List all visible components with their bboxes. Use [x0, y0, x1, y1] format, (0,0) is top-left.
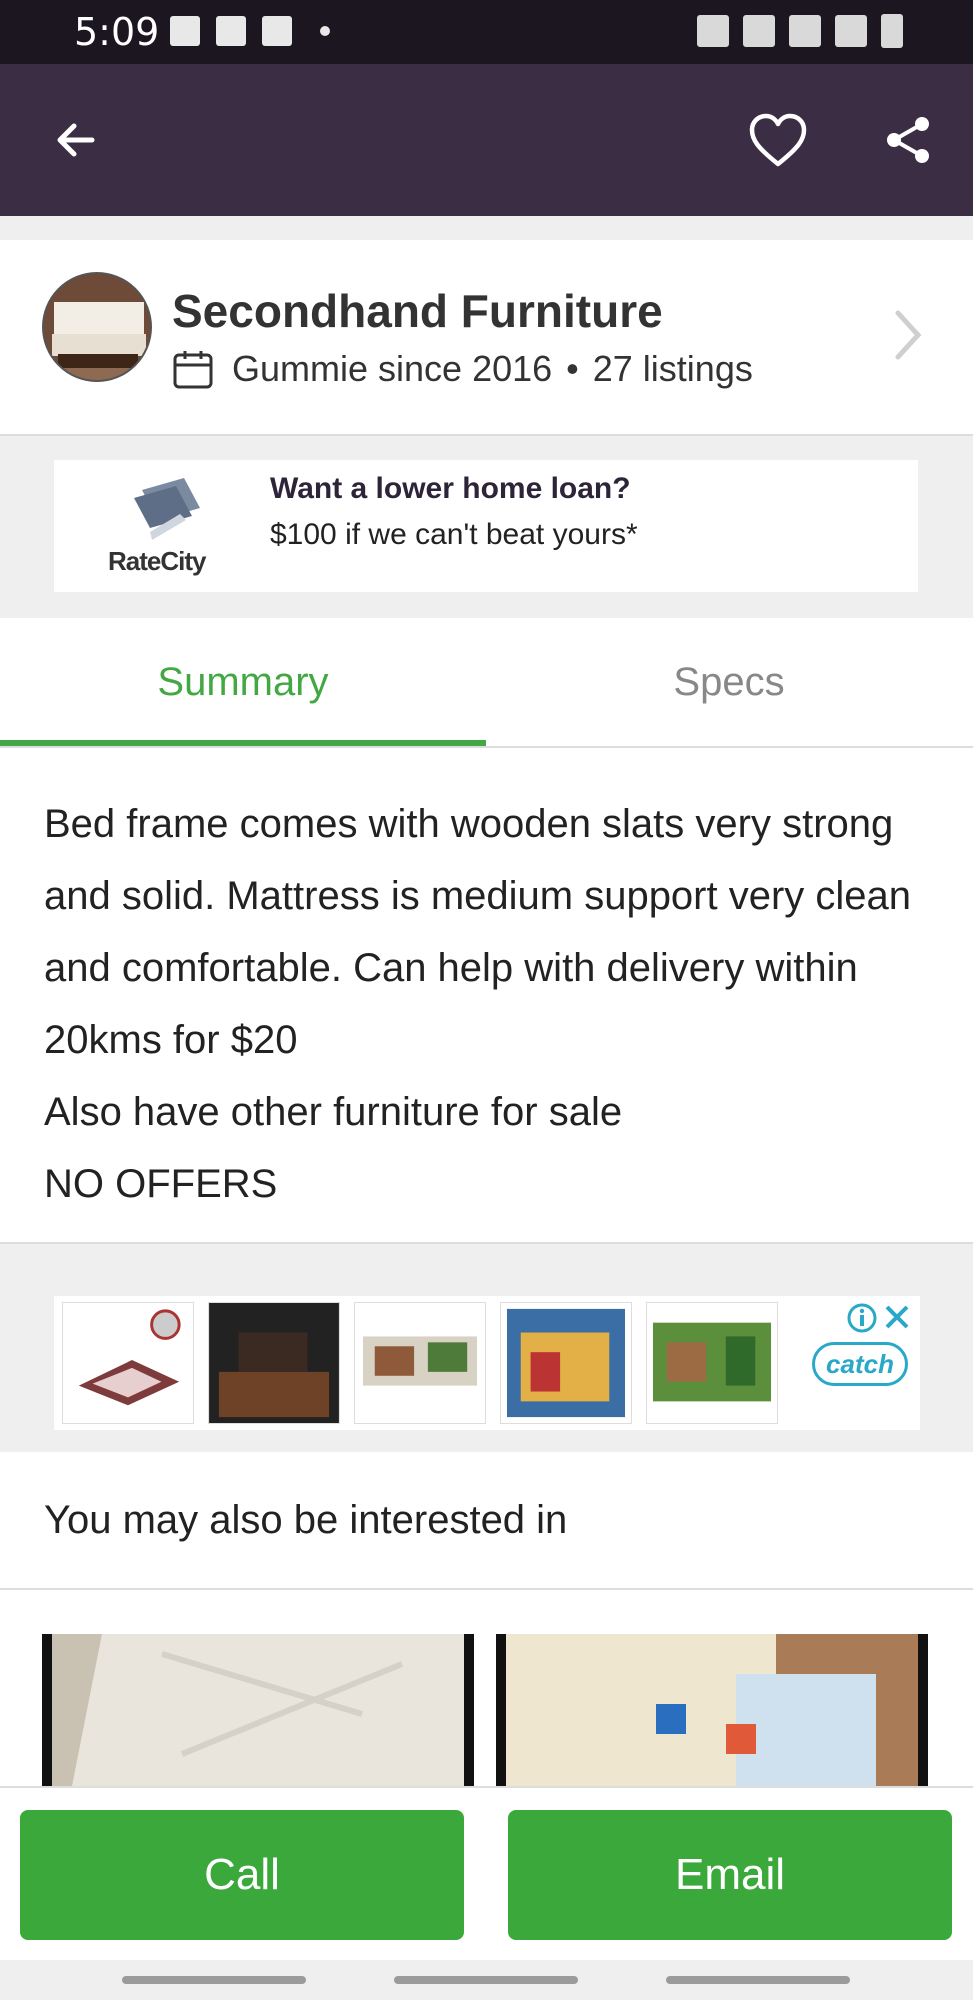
listing-count: 27 listings [592, 348, 753, 389]
catch-product-ad[interactable]: catch [54, 1296, 920, 1430]
mute-icon [697, 15, 729, 47]
lego-boxed-set-product [354, 1302, 486, 1424]
related-listing-1[interactable] [42, 1634, 474, 1786]
ad-close-icon[interactable] [882, 1302, 912, 1332]
calendar-notification-icon [216, 16, 246, 46]
back-button[interactable] [40, 104, 112, 176]
wooden-chess-product [208, 1302, 340, 1424]
nav-back-indicator[interactable] [666, 1976, 850, 1984]
active-tab-indicator [0, 740, 486, 746]
volte-icon [789, 15, 821, 47]
back-arrow-icon [57, 123, 95, 157]
seller-meta: Gummie since 2016 • 27 listings [172, 348, 753, 390]
related-listings [0, 1590, 973, 1786]
ad-headline: Want a lower home loan? [270, 472, 631, 505]
seller-avatar [42, 272, 152, 382]
lego-minecraft-product [646, 1302, 778, 1424]
wifi-icon [743, 15, 775, 47]
listing-description: Bed frame comes with wooden slats very s… [0, 748, 973, 1244]
share-icon [887, 117, 929, 163]
nav-home-indicator[interactable] [394, 1976, 578, 1984]
catch-brand: catch [826, 1348, 894, 1379]
battery-icon [881, 14, 903, 48]
listing-tabs: Summary Specs [0, 618, 973, 748]
ratecity-ad[interactable]: RateCity Want a lower home loan? $100 if… [54, 460, 918, 592]
signal-icon [835, 15, 867, 47]
description-text: Bed frame comes with wooden slats very s… [44, 802, 912, 1206]
notification-icons [170, 16, 330, 46]
tab-specs[interactable]: Specs [486, 660, 972, 705]
nav-recent-indicator[interactable] [122, 1976, 306, 1984]
app-bar [0, 64, 973, 216]
ad-subline: $100 if we can't beat yours* [270, 518, 638, 551]
meta-bullet: • [566, 348, 579, 389]
related-title: You may also be interested in [44, 1498, 568, 1542]
lego-creator-product [500, 1302, 632, 1424]
ad-info-icon[interactable] [846, 1302, 878, 1334]
bed-photo [44, 274, 150, 380]
product-ad-container: catch [0, 1246, 973, 1452]
kids-mattress-photo [496, 1634, 928, 1786]
mattress-photo [42, 1634, 474, 1786]
related-section-header: You may also be interested in [0, 1452, 973, 1590]
share-button[interactable] [872, 104, 944, 176]
ratecity-brand: RateCity [108, 546, 206, 576]
favourite-button[interactable] [742, 104, 814, 176]
ad-banner-container: RateCity Want a lower home loan? $100 if… [0, 436, 973, 618]
seller-card[interactable]: Secondhand Furniture Gummie since 2016 •… [0, 240, 973, 436]
more-notifications-icon [320, 26, 330, 36]
catch-logo: catch [812, 1342, 908, 1386]
status-bar: 5:09 [0, 0, 973, 64]
tab-summary[interactable]: Summary [0, 660, 486, 705]
call-button[interactable]: Call [20, 1810, 464, 1940]
gallery-icon [170, 16, 200, 46]
email-button[interactable]: Email [508, 1810, 952, 1940]
gesture-nav-bar [0, 1960, 973, 2000]
related-listing-2[interactable] [496, 1634, 928, 1786]
system-icons [697, 14, 903, 48]
chess-board-product [62, 1302, 194, 1424]
status-time: 5:09 [74, 10, 160, 54]
seller-name: Secondhand Furniture [172, 285, 663, 337]
chevron-right-icon [895, 310, 922, 360]
heart-icon [749, 113, 807, 167]
mail-icon [262, 16, 292, 46]
contact-actions: Call Email [0, 1786, 973, 1960]
member-since: Gummie since 2016 [232, 348, 553, 389]
calendar-icon [173, 351, 213, 389]
